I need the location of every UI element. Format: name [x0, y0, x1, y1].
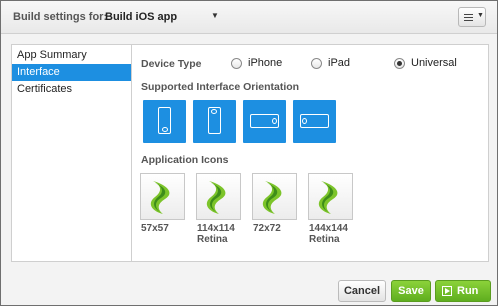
run-button[interactable]: Run: [435, 280, 491, 302]
build-target-select[interactable]: Build iOS app: [105, 11, 177, 23]
chevron-down-icon[interactable]: ▼: [211, 11, 219, 20]
settings-panel: App Summary Interface Certificates Devic…: [11, 44, 489, 262]
app-icon-caption-57: 57x57: [141, 223, 169, 234]
sencha-leaf-icon: [150, 181, 170, 214]
menu-button[interactable]: ▼: [458, 7, 486, 27]
hamburger-menu-icon: [464, 14, 473, 21]
phone-landscape-left-icon: [250, 114, 279, 128]
radio-button-icon[interactable]: [231, 57, 242, 69]
app-icon-caption-72: 72x72: [253, 223, 281, 234]
app-icon-slot-57[interactable]: [140, 173, 185, 220]
sidebar-item-app-summary[interactable]: App Summary: [12, 47, 131, 64]
caption-size: 144x144: [309, 223, 348, 234]
chevron-down-icon: ▼: [477, 12, 484, 19]
orientation-label: Supported Interface Orientation: [141, 81, 300, 93]
run-button-label: Run: [457, 285, 479, 297]
build-settings-window: Build settings for: Build iOS app ▼ ▼ Ap…: [0, 0, 498, 306]
cancel-button[interactable]: Cancel: [338, 280, 386, 302]
phone-landscape-right-icon: [300, 114, 329, 128]
save-button[interactable]: Save: [391, 280, 431, 302]
app-icons-label: Application Icons: [141, 154, 229, 166]
caption-size: 57x57: [141, 223, 169, 234]
caption-size: 114x114: [197, 223, 235, 234]
caption-retina: Retina: [197, 234, 228, 245]
radio-button-selected-icon[interactable]: [394, 57, 405, 69]
settings-sidebar: App Summary Interface Certificates: [12, 45, 132, 261]
app-icon-slot-144[interactable]: [308, 173, 353, 220]
play-icon: [442, 286, 452, 296]
radio-button-icon[interactable]: [311, 57, 322, 69]
orientation-landscape-left-button[interactable]: [243, 100, 286, 143]
app-icon-slot-114[interactable]: [196, 173, 241, 220]
orientation-portrait-upside-down-button[interactable]: [193, 100, 236, 143]
caption-size: 72x72: [253, 223, 281, 234]
phone-portrait-icon: [158, 107, 171, 134]
orientation-landscape-right-button[interactable]: [293, 100, 336, 143]
app-icon-caption-144: 144x144 Retina: [309, 223, 348, 245]
device-type-label: Device Type: [141, 58, 202, 70]
sencha-leaf-icon: [318, 181, 338, 214]
interface-settings: Device Type iPhone iPad Universal Suppor…: [133, 45, 488, 261]
app-icon-slot-72[interactable]: [252, 173, 297, 220]
sidebar-item-certificates[interactable]: Certificates: [12, 81, 131, 98]
caption-retina: Retina: [309, 234, 340, 245]
radio-universal-label: Universal: [411, 57, 457, 69]
orientation-portrait-button[interactable]: [143, 100, 186, 143]
build-settings-label: Build settings for:: [13, 11, 108, 23]
top-toolbar: Build settings for: Build iOS app ▼ ▼: [1, 1, 497, 34]
radio-universal[interactable]: Universal: [394, 57, 457, 69]
sencha-leaf-icon: [206, 181, 226, 214]
radio-iphone[interactable]: iPhone: [231, 57, 282, 69]
phone-portrait-upside-down-icon: [208, 107, 221, 134]
radio-ipad[interactable]: iPad: [311, 57, 350, 69]
sidebar-item-interface[interactable]: Interface: [12, 64, 131, 81]
app-icon-caption-114: 114x114 Retina: [197, 223, 235, 245]
radio-ipad-label: iPad: [328, 57, 351, 69]
sencha-leaf-icon: [262, 181, 282, 214]
radio-iphone-label: iPhone: [248, 57, 283, 69]
